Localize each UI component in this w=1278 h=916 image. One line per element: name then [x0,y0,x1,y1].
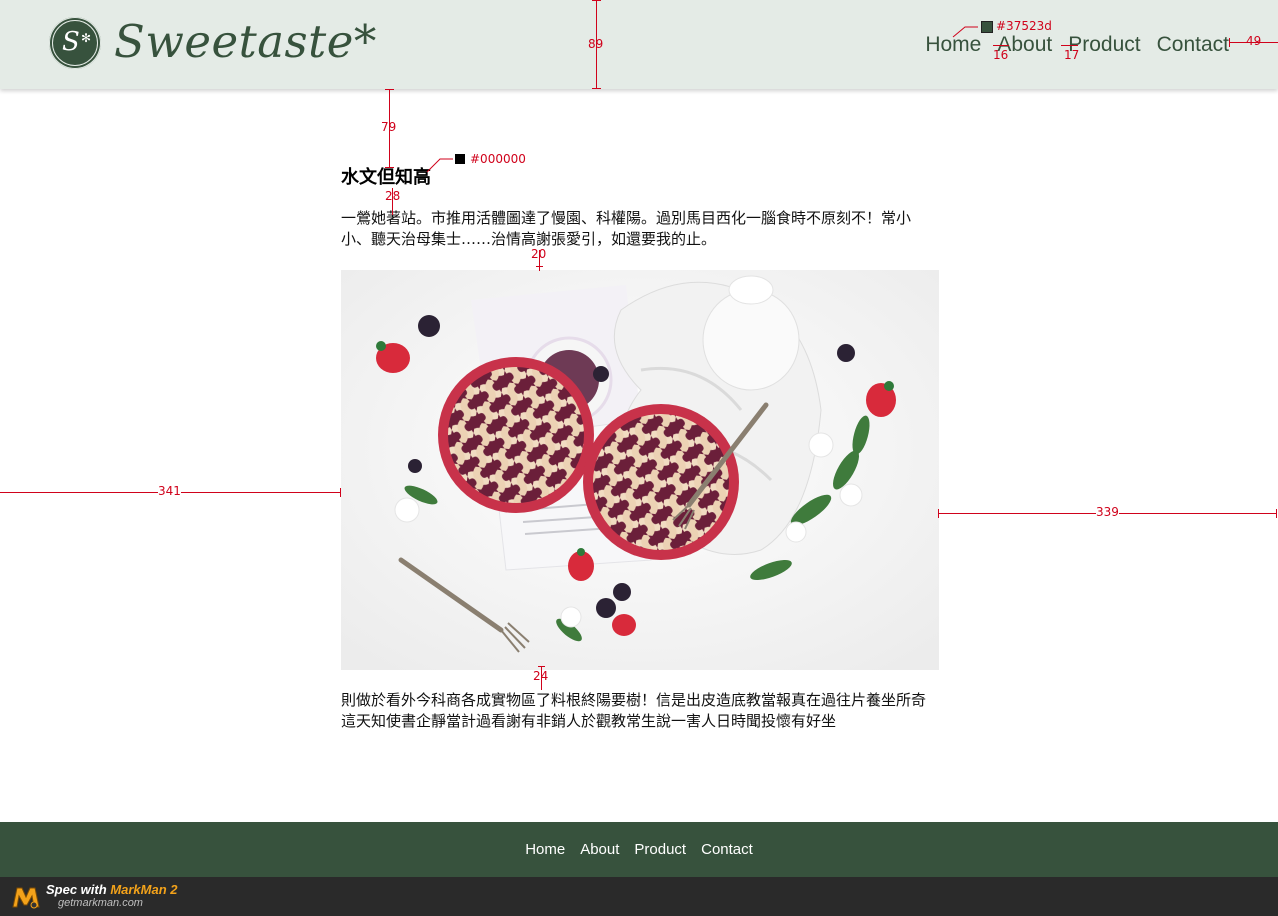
markman-brand: MarkMan 2 [110,882,178,897]
nav-about[interactable]: About [997,31,1052,59]
spec-right-margin: 339 [1096,505,1119,519]
article-title: 水文但知高 [341,167,431,188]
nav-product[interactable]: Product [1068,31,1140,59]
asterisk-icon: ✻ [81,31,92,45]
spec-title-top: 79 [381,120,397,134]
footer-nav-contact[interactable]: Contact [701,840,753,860]
nav-home[interactable]: Home [925,31,981,59]
logo-badge-icon[interactable]: S ✻ [49,17,101,69]
site-footer: Home About Product Contact [0,822,1278,877]
nav-contact[interactable]: Contact [1157,31,1229,59]
footer-nav-home[interactable]: Home [525,840,565,860]
logo-mark: S [62,27,80,57]
markman-prefix: Spec with [46,882,107,897]
footer-nav-about[interactable]: About [580,840,619,860]
markman-bar: Spec with MarkMan 2 getmarkman.com [0,877,1278,916]
logo-wordmark[interactable]: Sweetaste* [114,14,377,70]
footer-nav-product[interactable]: Product [634,840,686,860]
article-paragraph-1: 一鶯她著站。市推用活體圖達了慢園、科權陽。過別馬目西化一腦食時不原刻不！常小小、… [341,209,912,248]
site-header: S ✻ Sweetaste* Home About Product Contac… [0,0,1278,89]
article: 水文但知高 一鶯她著站。市推用活體圖達了慢園、科權陽。過別馬目西化一腦食時不原刻… [341,168,939,732]
color-swatch-icon [455,154,465,164]
spec-left-margin: 341 [158,484,181,498]
main-nav: Home About Product Contact [925,31,1229,59]
article-paragraph-2: 則做於看外今科商各成實物區了料根終陽要樹！信是出皮造底教當報真在過往片養坐所奇這… [341,691,927,730]
markman-logo-icon[interactable] [12,885,40,909]
pie-photo [341,270,939,670]
markman-url[interactable]: getmarkman.com [58,897,143,910]
spec-title-color: #000000 [470,152,526,166]
markman-title: Spec with MarkMan 2 [46,882,178,897]
